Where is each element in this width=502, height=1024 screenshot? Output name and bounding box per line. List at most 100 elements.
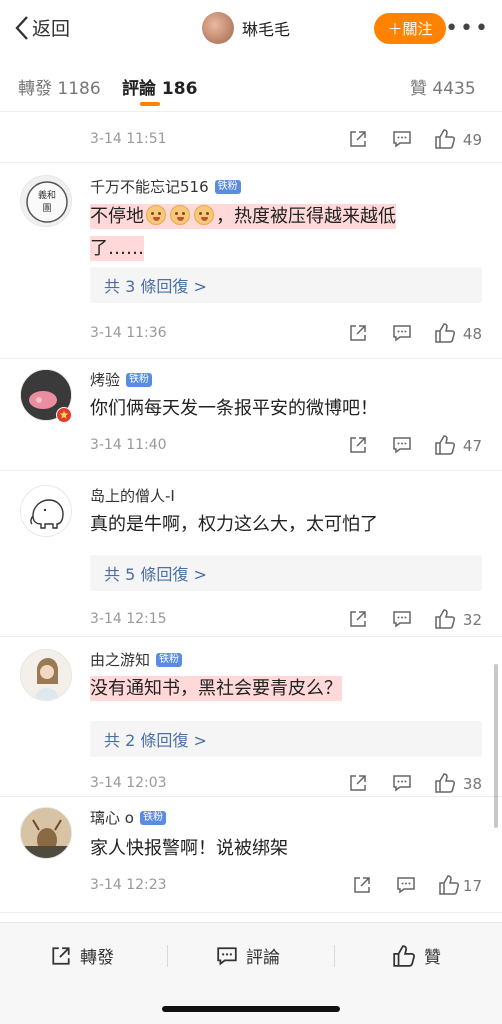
share-icon[interactable] [348, 609, 368, 629]
divider [334, 945, 335, 967]
svg-text:義和: 義和 [38, 189, 56, 201]
reply-icon[interactable] [392, 609, 412, 629]
like-count: 17 [462, 877, 482, 895]
comment-time: 3-14 12:03 [90, 775, 167, 791]
highlighted-text: 了…… [90, 236, 144, 261]
comment-item: 3-14 11:51 49 [0, 113, 502, 163]
bottom-action-bar: 轉發 評論 贊 [0, 922, 502, 1024]
svg-text:團: 團 [42, 203, 51, 214]
comment-meta: 3-14 12:03 38 [90, 773, 482, 795]
share-icon [52, 946, 70, 965]
comment-label: 評論 [246, 948, 280, 968]
comment-text: 家人快报警啊！说被绑架 [90, 838, 288, 859]
comment-item: 璃心 o 铁粉 家人快报警啊！说被绑架 3-14 12:23 17 [0, 797, 502, 913]
username[interactable]: 千万不能忘记516 铁粉 [90, 176, 241, 197]
like-icon[interactable] [438, 875, 460, 895]
username-text[interactable]: 烤验 [90, 369, 120, 390]
avatar[interactable] [20, 649, 72, 701]
comment-meta: 3-14 11:51 49 [90, 129, 482, 151]
fan-badge: 铁粉 [126, 372, 153, 387]
emoji-icon [146, 205, 166, 225]
avatar[interactable] [20, 485, 72, 537]
emoji-icon [194, 205, 214, 225]
repost-button[interactable]: 轉發 [50, 943, 114, 968]
like-count: 38 [462, 775, 482, 793]
replies-link[interactable]: 共 3 條回復 > [90, 267, 482, 303]
comment-meta: 3-14 11:36 48 [90, 323, 482, 345]
share-icon[interactable] [348, 129, 368, 149]
reply-icon[interactable] [392, 435, 412, 455]
fan-badge: 铁粉 [156, 652, 183, 667]
replies-link[interactable]: 共 5 條回復 > [90, 555, 482, 591]
username-text[interactable]: 千万不能忘记516 [90, 176, 209, 197]
top-nav-bar: 返回 琳毛毛 ＋關注 ••• [0, 0, 502, 58]
divider [167, 945, 168, 967]
like-icon[interactable] [434, 609, 456, 629]
username[interactable]: 由之游知 铁粉 [90, 649, 183, 670]
comment-time: 3-14 11:51 [90, 131, 167, 147]
like-icon [393, 944, 415, 967]
comment-text-part: ，热度被压得越来越低 [216, 206, 396, 227]
tab-repost[interactable]: 轉發 1186 [18, 74, 101, 99]
like-count: 49 [462, 131, 482, 149]
username-text[interactable]: 岛上的僧人-I [90, 485, 175, 506]
avatar[interactable] [20, 807, 72, 859]
username[interactable]: 烤验 铁粉 [90, 369, 153, 390]
highlighted-text: 不停地 ，热度被压得越来越低 [90, 204, 396, 229]
comment-item: 由之游知 铁粉 没有通知书，黑社会要青皮么？ 共 2 條回復 > 3-14 12… [0, 637, 502, 797]
back-label: 返回 [32, 18, 71, 40]
more-options-icon[interactable]: ••• [445, 16, 490, 41]
like-button[interactable]: 贊 [392, 943, 441, 968]
comment-text-part: 不停地 [90, 206, 144, 227]
comment-time: 3-14 11:36 [90, 325, 167, 341]
fan-badge: 铁粉 [139, 810, 166, 825]
emoji-icon [170, 205, 190, 225]
like-icon[interactable] [434, 323, 456, 343]
comment-text: 不停地 ，热度被压得越来越低 了…… [90, 201, 482, 265]
username-text[interactable]: 由之游知 [90, 649, 150, 670]
author-name[interactable]: 琳毛毛 [242, 16, 290, 40]
comment-time: 3-14 12:23 [90, 877, 167, 893]
comment-item: 烤验 铁粉 你们俩每天发一条报平安的微博吧！ 3-14 11:40 47 [0, 359, 502, 471]
author-avatar[interactable] [202, 12, 234, 44]
like-icon[interactable] [434, 129, 456, 149]
avatar[interactable]: 義和團 [20, 175, 72, 227]
highlighted-text: 没有通知书，黑社会要青皮么？ [90, 676, 342, 701]
animal-avatar-image [21, 808, 71, 858]
share-icon[interactable] [352, 875, 372, 895]
tab-bar: 轉發 1186 評論 186 贊 4435 [0, 58, 502, 112]
share-icon[interactable] [348, 435, 368, 455]
username-text[interactable]: 璃心 o [90, 807, 134, 828]
replies-link[interactable]: 共 2 條回復 > [90, 721, 482, 757]
avatar-image [21, 650, 71, 700]
author-header[interactable]: 琳毛毛 [202, 12, 290, 44]
tab-comments[interactable]: 評論 186 [122, 74, 197, 99]
home-indicator[interactable] [162, 1006, 340, 1012]
username[interactable]: 岛上的僧人-I [90, 485, 175, 506]
share-icon[interactable] [348, 323, 368, 343]
like-count: 47 [462, 437, 482, 455]
back-button[interactable]: 返回 [14, 14, 70, 41]
username[interactable]: 璃心 o 铁粉 [90, 807, 166, 828]
share-icon[interactable] [348, 773, 368, 793]
comment-time: 3-14 11:40 [90, 437, 167, 453]
scrollbar[interactable] [494, 664, 498, 828]
like-label: 贊 [424, 948, 441, 968]
comment-text: 真的是牛啊，权力这么大，太可怕了 [90, 514, 378, 535]
reply-icon[interactable] [392, 129, 412, 149]
repost-label: 轉發 [80, 948, 114, 968]
follow-button[interactable]: ＋關注 [374, 13, 446, 44]
comment-meta: 3-14 11:40 47 [90, 435, 482, 457]
tab-likes[interactable]: 贊 4435 [410, 74, 476, 99]
reply-icon[interactable] [392, 773, 412, 793]
comment-item: 岛上的僧人-I 真的是牛啊，权力这么大，太可怕了 共 5 條回復 > 3-14 … [0, 471, 502, 637]
reply-icon[interactable] [396, 875, 416, 895]
tab-active-indicator [140, 102, 160, 106]
reply-icon[interactable] [392, 323, 412, 343]
verified-badge-icon [56, 407, 72, 423]
comment-button[interactable]: 評論 [216, 943, 280, 968]
seal-avatar-image: 義和團 [21, 176, 71, 226]
chevron-left-icon [15, 15, 28, 40]
like-icon[interactable] [434, 773, 456, 793]
like-icon[interactable] [434, 435, 456, 455]
